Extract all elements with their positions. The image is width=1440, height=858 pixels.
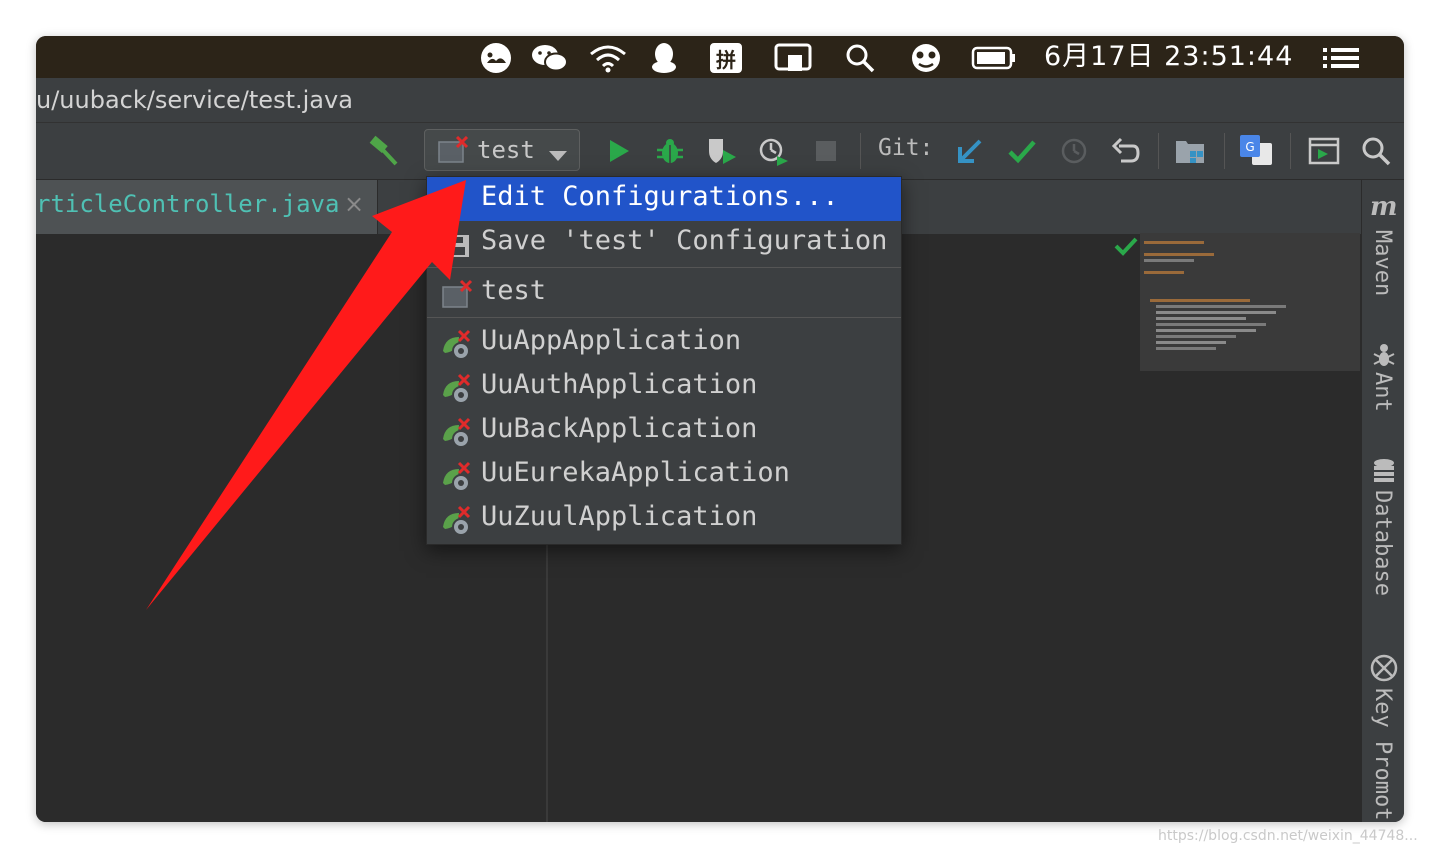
- menu-item-label: UuAppApplication: [481, 325, 742, 356]
- menu-item-label: UuBackApplication: [481, 413, 758, 444]
- stop-icon[interactable]: [810, 135, 842, 167]
- menu-item-save-configuration[interactable]: Save 'test' Configuration: [427, 221, 901, 265]
- run-config-label: test: [477, 136, 535, 164]
- run-icon[interactable]: [602, 135, 634, 167]
- menu-item-uu-eureka-application[interactable]: UuEurekaApplication: [427, 453, 901, 497]
- database-icon: [1372, 458, 1396, 488]
- toolbar-separator: [1158, 133, 1159, 169]
- avatar-icon[interactable]: [908, 44, 944, 72]
- toolbar-separator: [1290, 133, 1291, 169]
- git-rollback-icon[interactable]: [1110, 135, 1142, 167]
- git-label: Git:: [878, 135, 934, 161]
- spring-boot-error-icon: [441, 417, 473, 449]
- menu-item-uu-back-application[interactable]: UuBackApplication: [427, 409, 901, 453]
- menu-item-uu-app-application[interactable]: UuAppApplication: [427, 321, 901, 365]
- run-with-coverage-icon[interactable]: [706, 135, 738, 167]
- tab-label: rticleController.java: [36, 190, 340, 218]
- wechat-icon[interactable]: [530, 44, 570, 72]
- tool-window-ant[interactable]: Ant: [1370, 372, 1395, 412]
- menu-item-uu-auth-application[interactable]: UuAuthApplication: [427, 365, 901, 409]
- ide-window: 拼 6月17日 23:51:44 u/uuback/service/test.j…: [36, 36, 1404, 822]
- tool-window-key-promoter[interactable]: Key Promot: [1370, 688, 1395, 820]
- watermark: https://blog.csdn.net/weixin_44748...: [1158, 828, 1418, 844]
- input-method-icon[interactable]: 拼: [708, 43, 744, 73]
- search-everywhere-icon[interactable]: [1360, 135, 1392, 167]
- menu-item-edit-configurations[interactable]: Edit Configurations...: [427, 177, 901, 221]
- tool-window-maven[interactable]: Maven: [1370, 230, 1395, 296]
- spring-boot-error-icon: [441, 461, 473, 493]
- git-history-icon[interactable]: [1058, 135, 1090, 167]
- menu-item-label: test: [481, 275, 547, 306]
- maven-icon: m: [1370, 192, 1398, 222]
- menu-list-icon[interactable]: [1322, 44, 1360, 72]
- code-minimap[interactable]: [1140, 233, 1360, 371]
- build-hammer-icon[interactable]: [368, 135, 400, 167]
- menu-bar-clock[interactable]: 6月17日 23:51:44: [1044, 40, 1293, 74]
- git-update-icon[interactable]: [954, 135, 986, 167]
- spotlight-search-icon[interactable]: [844, 44, 876, 73]
- qq-icon[interactable]: [648, 43, 680, 73]
- chevron-down-icon: [549, 146, 567, 165]
- key-promoter-icon: [1370, 654, 1398, 686]
- mac-menu-bar: 拼 6月17日 23:51:44: [36, 36, 1404, 78]
- tool-window-database[interactable]: Database: [1370, 490, 1395, 596]
- toolbar-separator: [860, 133, 861, 169]
- menu-separator: [427, 267, 901, 268]
- menu-separator: [427, 317, 901, 318]
- spring-boot-error-icon: [441, 329, 473, 361]
- menu-item-label: UuAuthApplication: [481, 369, 758, 400]
- airplay-icon[interactable]: [774, 43, 812, 72]
- window-title-bar: u/uuback/service/test.java: [36, 78, 1404, 123]
- menu-item-test[interactable]: test: [427, 271, 901, 315]
- menu-item-label: Save 'test' Configuration: [481, 225, 888, 256]
- run-config-dropdown: Edit Configurations... Save 'test' Confi…: [426, 176, 902, 545]
- ant-icon: [1372, 342, 1396, 372]
- close-icon[interactable]: ×: [344, 190, 364, 218]
- inspection-ok-checkmark-icon[interactable]: [1114, 236, 1138, 260]
- spring-boot-error-icon: [441, 505, 473, 537]
- config-error-icon: [441, 279, 473, 311]
- debug-bug-icon[interactable]: [654, 135, 686, 167]
- config-error-icon: [437, 135, 469, 164]
- translate-icon[interactable]: G: [1240, 135, 1272, 167]
- spring-boot-error-icon: [441, 373, 473, 405]
- menu-item-uu-zuul-application[interactable]: UuZuulApplication: [427, 497, 901, 541]
- input-method-label: 拼: [710, 43, 742, 73]
- main-toolbar: test Git: G: [36, 123, 1404, 180]
- file-path: u/uuback/service/test.java: [36, 86, 353, 114]
- run-config-selector[interactable]: test: [424, 129, 580, 171]
- project-structure-icon[interactable]: [1174, 135, 1206, 167]
- git-commit-icon[interactable]: [1006, 135, 1038, 167]
- save-icon: [441, 229, 473, 261]
- tab-article-controller[interactable]: rticleController.java ×: [36, 180, 378, 234]
- menu-item-label: Edit Configurations...: [481, 181, 839, 212]
- right-tool-window-bar: m Maven Ant Database Key Promot: [1361, 180, 1404, 822]
- toolbar-separator: [1224, 133, 1225, 169]
- wifi-icon[interactable]: [588, 44, 628, 73]
- menu-item-label: UuZuulApplication: [481, 501, 758, 532]
- terminal-window-icon[interactable]: [1308, 135, 1340, 167]
- battery-icon[interactable]: [970, 44, 1018, 72]
- svg-text:G: G: [1245, 140, 1254, 154]
- profiler-icon[interactable]: [758, 135, 790, 167]
- app-status-icon[interactable]: [478, 43, 514, 73]
- menu-item-label: UuEurekaApplication: [481, 457, 790, 488]
